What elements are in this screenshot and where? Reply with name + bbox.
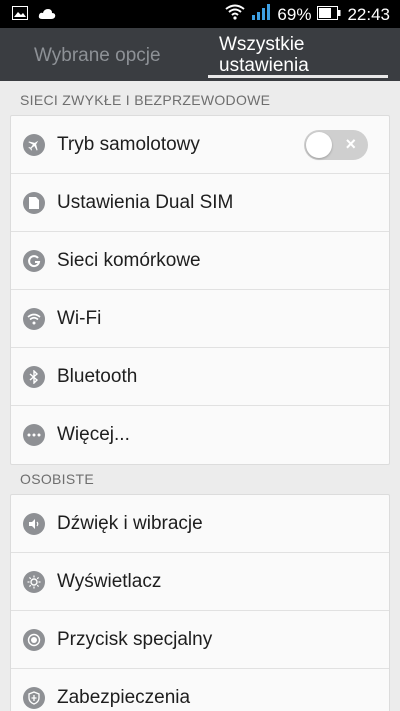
sim-icon: [23, 192, 45, 214]
bluetooth-icon: [23, 366, 45, 388]
clock: 22:43: [347, 4, 390, 24]
personal-card: Dźwięk i wibracje Wyświetlacz Przycisk s…: [10, 494, 390, 711]
bluetooth-label: Bluetooth: [57, 366, 138, 387]
dual-sim-label: Ustawienia Dual SIM: [57, 192, 234, 213]
signal-strength-icon: [251, 4, 271, 25]
security-label: Zabezpieczenia: [57, 687, 191, 708]
image-notification-icon: [12, 6, 28, 25]
sound-icon: [23, 513, 45, 535]
sound-vibration-label: Dźwięk i wibracje: [57, 513, 203, 534]
airplane-mode-label: Tryb samolotowy: [57, 134, 200, 155]
airplane-mode-row[interactable]: Tryb samolotowy ×: [11, 116, 389, 174]
active-tab-indicator: [208, 75, 388, 78]
networks-card: Tryb samolotowy × Ustawienia Dual SIM Si…: [10, 115, 390, 465]
toggle-off-icon: ×: [345, 134, 356, 154]
special-button-icon: [23, 629, 45, 651]
cellular-networks-label: Sieci komórkowe: [57, 250, 201, 271]
security-row[interactable]: Zabezpieczenia: [11, 669, 389, 711]
airplane-icon: [23, 134, 45, 156]
more-label: Więcej...: [57, 424, 130, 445]
brightness-icon: [23, 571, 45, 593]
toggle-knob: [306, 132, 332, 158]
tab-all-settings-line2: ustawienia: [219, 55, 309, 76]
battery-icon: [317, 5, 341, 25]
section-title-networks: SIECI ZWYKŁE I BEZPRZEWODOWE: [20, 92, 271, 108]
tab-selected-options[interactable]: Wybrane opcje: [34, 45, 161, 67]
display-row[interactable]: Wyświetlacz: [11, 553, 389, 611]
more-icon: [23, 424, 45, 446]
section-title-personal: OSOBISTE: [20, 471, 94, 487]
cloud-notification-icon: [38, 7, 56, 25]
airplane-mode-toggle[interactable]: ×: [304, 130, 368, 160]
dual-sim-row[interactable]: Ustawienia Dual SIM: [11, 174, 389, 232]
shield-icon: [23, 687, 45, 709]
tab-all-settings[interactable]: Wszystkie ustawienia: [219, 34, 339, 76]
special-button-label: Przycisk specjalny: [57, 629, 213, 650]
battery-percentage: 69%: [277, 4, 312, 24]
special-button-row[interactable]: Przycisk specjalny: [11, 611, 389, 669]
bluetooth-row[interactable]: Bluetooth: [11, 348, 389, 406]
display-label: Wyświetlacz: [57, 571, 162, 592]
wifi-label: Wi-Fi: [57, 308, 102, 329]
cellular-icon: [23, 250, 45, 272]
cellular-networks-row[interactable]: Sieci komórkowe: [11, 232, 389, 290]
status-bar: 69% 22:43: [0, 0, 400, 28]
tab-all-settings-line1: Wszystkie: [219, 34, 305, 55]
wifi-icon: [23, 308, 45, 330]
sound-vibration-row[interactable]: Dźwięk i wibracje: [11, 495, 389, 553]
more-row[interactable]: Więcej...: [11, 406, 389, 464]
tab-bar: Wybrane opcje Wszystkie ustawienia: [0, 28, 400, 81]
wifi-row[interactable]: Wi-Fi: [11, 290, 389, 348]
wifi-status-icon: [225, 4, 246, 25]
